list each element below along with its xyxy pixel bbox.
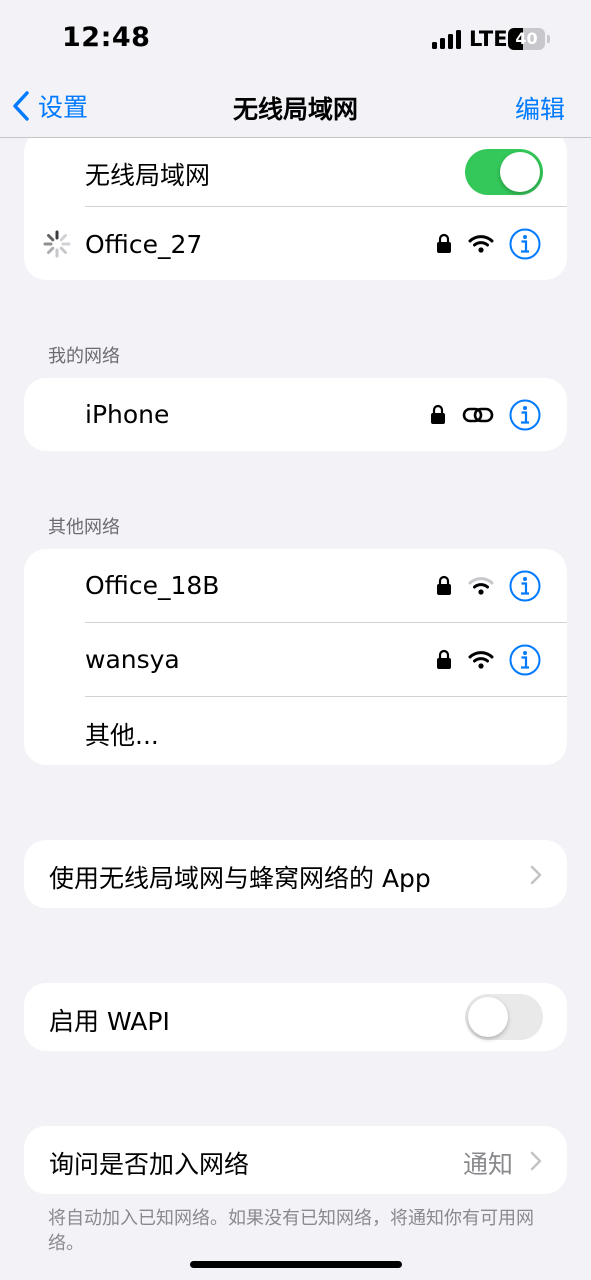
ask-join-label: 询问是否加入网络	[49, 1150, 250, 1179]
apps-row-label: 使用无线局域网与蜂窝网络的 App	[49, 864, 431, 893]
page-title: 无线局域网	[232, 95, 358, 124]
wifi-group: 无线局域网 Office_27	[24, 130, 567, 280]
wifi-toggle[interactable]	[465, 149, 543, 195]
personal-hotspot-link-icon	[462, 407, 494, 423]
wifi-toggle-row: 无线局域网	[24, 130, 567, 206]
other-networks-header: 其他网络	[48, 517, 120, 538]
ask-join-row[interactable]: 询问是否加入网络 通知	[24, 1126, 567, 1194]
wifi-signal-icon	[468, 651, 494, 669]
my-networks-header: 我的网络	[48, 346, 120, 367]
ask-join-value: 通知	[462, 1150, 513, 1179]
wapi-toggle[interactable]	[465, 994, 543, 1040]
home-indicator	[190, 1261, 402, 1268]
chevron-right-icon	[530, 1151, 542, 1171]
other-networks-group: Office_18B wansya 其他...	[24, 549, 567, 765]
lock-icon	[431, 404, 445, 424]
info-icon[interactable]	[509, 644, 541, 676]
other-network-row[interactable]: 其他...	[24, 697, 567, 765]
battery-percentage: 40	[515, 29, 538, 48]
wifi-signal-icon	[468, 577, 494, 595]
wifi-signal-icon	[468, 235, 494, 253]
network-row-wansya[interactable]: wansya	[24, 623, 567, 696]
lock-icon	[437, 233, 451, 253]
apps-group: 使用无线局域网与蜂窝网络的 App	[24, 840, 567, 908]
chevron-right-icon	[530, 865, 542, 885]
network-name: Office_18B	[85, 571, 220, 600]
navigation-bar: 设置 无线局域网 编辑	[0, 80, 591, 138]
wifi-toggle-label: 无线局域网	[85, 161, 211, 190]
my-networks-group: iPhone	[24, 378, 567, 451]
network-type: LTE	[469, 27, 508, 51]
cellular-signal-icon	[432, 29, 464, 49]
wapi-group: 启用 WAPI	[24, 983, 567, 1051]
status-bar: 12:48 LTE 40	[0, 0, 591, 80]
battery-icon: 40	[508, 28, 550, 50]
info-icon[interactable]	[509, 228, 541, 260]
connected-network-row[interactable]: Office_27	[24, 207, 567, 280]
network-row-office-18b[interactable]: Office_18B	[24, 549, 567, 622]
wapi-row: 启用 WAPI	[24, 983, 567, 1051]
other-network-label: 其他...	[85, 721, 159, 750]
apps-using-network-row[interactable]: 使用无线局域网与蜂窝网络的 App	[24, 840, 567, 908]
ask-join-footer: 将自动加入已知网络。如果没有已知网络，将通知你有可用网络。	[48, 1208, 534, 1254]
network-row-iphone[interactable]: iPhone	[24, 378, 567, 451]
wapi-label: 启用 WAPI	[49, 1007, 170, 1036]
ask-join-group: 询问是否加入网络 通知	[24, 1126, 567, 1194]
info-icon[interactable]	[509, 399, 541, 431]
network-name: iPhone	[85, 400, 170, 429]
loading-spinner-icon	[43, 230, 71, 258]
status-time: 12:48	[62, 22, 151, 53]
lock-icon	[437, 575, 451, 595]
lock-icon	[437, 649, 451, 669]
edit-button[interactable]: 编辑	[515, 90, 565, 126]
connected-network-name: Office_27	[85, 230, 203, 259]
info-icon[interactable]	[509, 570, 541, 602]
network-name: wansya	[85, 645, 180, 674]
